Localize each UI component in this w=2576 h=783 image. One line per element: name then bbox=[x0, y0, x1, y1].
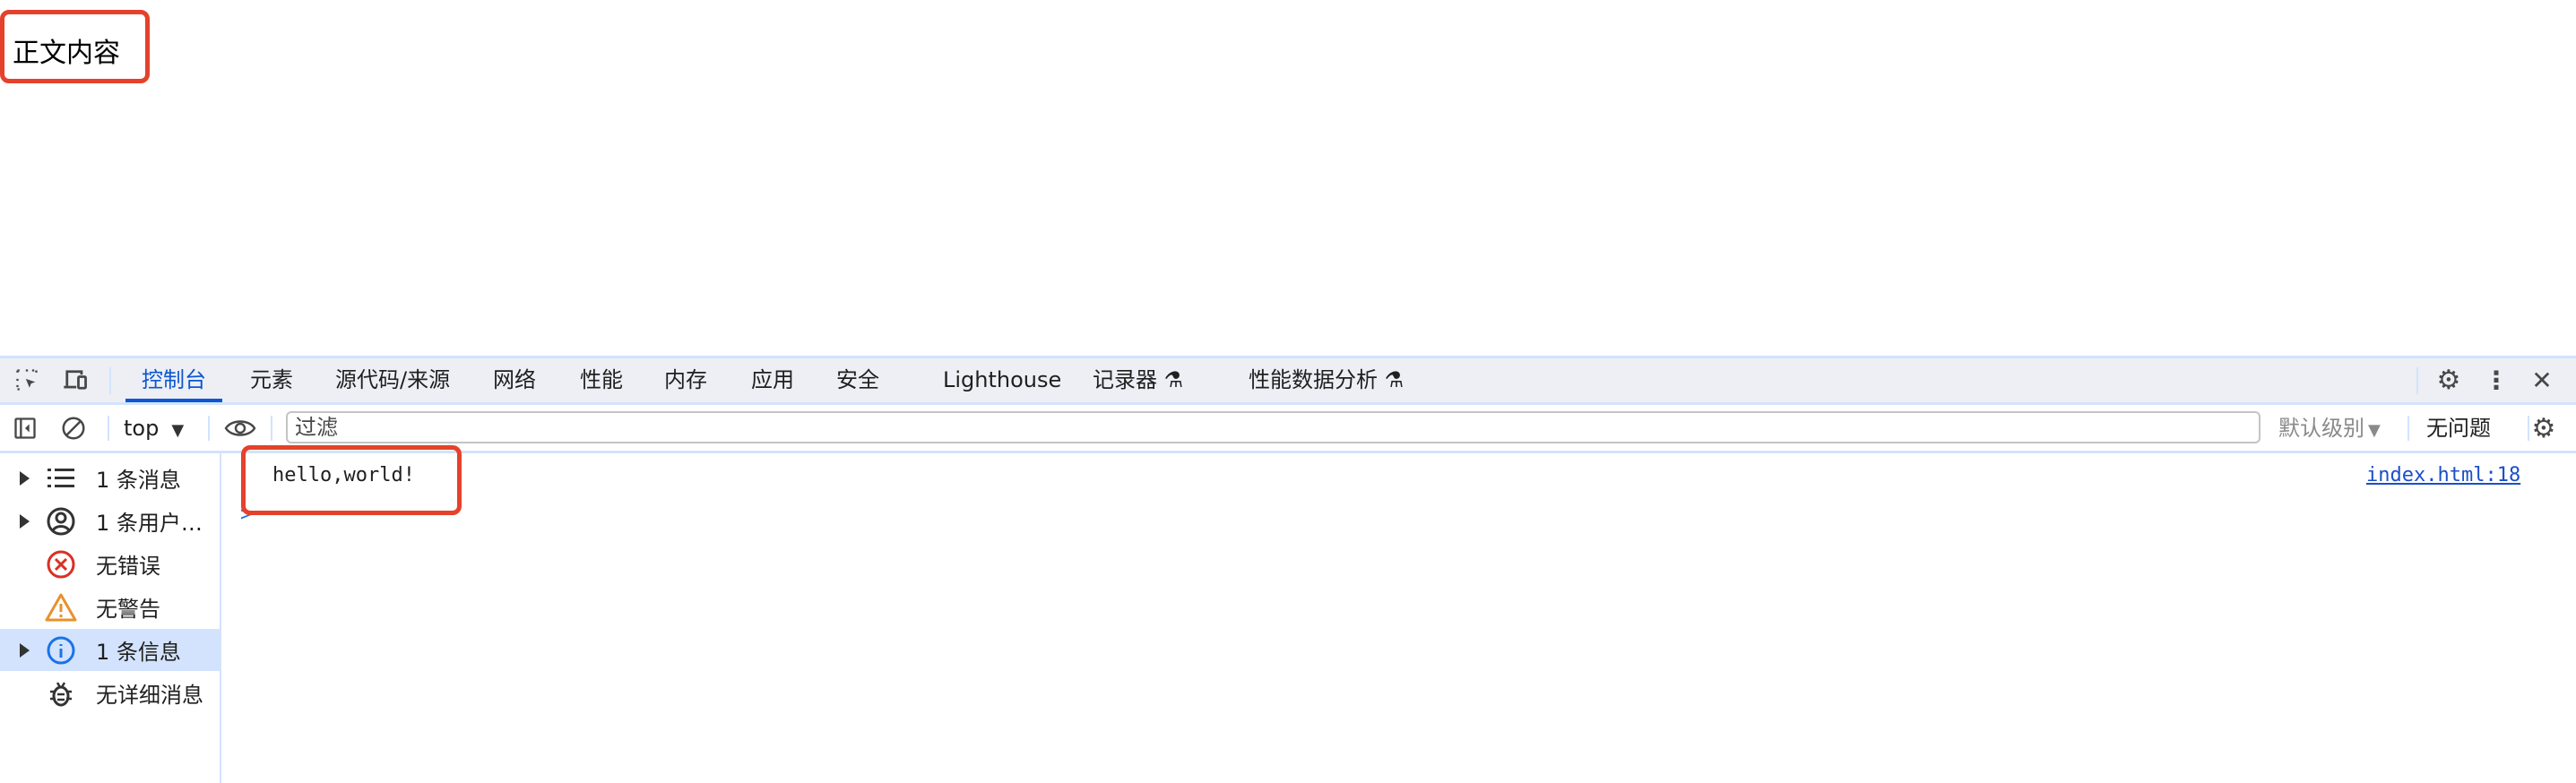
user-icon bbox=[45, 505, 77, 538]
inspect-element-icon[interactable] bbox=[11, 364, 43, 396]
tab-elements[interactable]: 元素 bbox=[250, 358, 293, 402]
sidebar-item-user-messages[interactable]: 1 条用户… bbox=[0, 500, 220, 542]
log-level-value: 默认级别 bbox=[2278, 416, 2364, 441]
context-value: top bbox=[124, 416, 160, 441]
console-sidebar: 1 条消息 1 条用户… 无错误 无警告 1 条信息 无详细消息 bbox=[0, 453, 221, 783]
source-link[interactable]: index.html:18 bbox=[2366, 464, 2520, 486]
sidebar-item-info[interactable]: 1 条信息 bbox=[0, 629, 220, 671]
devtools-tab-bar: 控制台 元素 源代码/来源 网络 性能 内存 应用 安全 Lighthouse … bbox=[0, 356, 2576, 405]
highlight-box-heading bbox=[0, 10, 150, 83]
sidebar-item-label: 无错误 bbox=[96, 554, 160, 579]
highlight-box-console bbox=[241, 445, 462, 515]
expand-arrow-icon[interactable] bbox=[20, 642, 30, 658]
bug-icon bbox=[45, 677, 77, 710]
tab-sources[interactable]: 源代码/来源 bbox=[335, 358, 450, 402]
sidebar-item-warnings[interactable]: 无警告 bbox=[0, 586, 220, 628]
tab-performance-insights-label: 性能数据分析 bbox=[1249, 367, 1378, 392]
tab-performance[interactable]: 性能 bbox=[580, 358, 623, 402]
tab-application[interactable]: 应用 bbox=[751, 358, 794, 402]
live-expression-eye-icon[interactable] bbox=[222, 412, 258, 444]
tab-performance-insights[interactable]: 性能数据分析 ⚗ bbox=[1249, 358, 1404, 402]
flask-icon: ⚗ bbox=[1384, 367, 1405, 392]
warning-icon bbox=[45, 591, 77, 624]
sidebar-item-label: 1 条用户… bbox=[96, 511, 203, 536]
filter-input[interactable] bbox=[286, 411, 2260, 443]
context-selector[interactable]: top ▼ bbox=[124, 412, 184, 444]
sidebar-item-label: 1 条消息 bbox=[96, 468, 181, 493]
sidebar-item-errors[interactable]: 无错误 bbox=[0, 543, 220, 585]
settings-gear-icon[interactable]: ⚙ bbox=[2433, 364, 2465, 396]
tab-recorder[interactable]: 记录器 ⚗ bbox=[1093, 358, 1183, 402]
error-icon bbox=[45, 548, 77, 581]
tab-memory[interactable]: 内存 bbox=[664, 358, 707, 402]
tab-recorder-label: 记录器 bbox=[1093, 367, 1157, 392]
sidebar-toggle-icon[interactable] bbox=[9, 412, 41, 444]
sidebar-item-label: 无警告 bbox=[96, 597, 160, 622]
more-options-icon[interactable]: ⋮ bbox=[2483, 364, 2510, 396]
list-icon bbox=[45, 462, 77, 495]
tab-network[interactable]: 网络 bbox=[493, 358, 536, 402]
tab-security[interactable]: 安全 bbox=[836, 358, 879, 402]
clear-console-icon[interactable] bbox=[57, 412, 90, 444]
sidebar-item-label: 1 条信息 bbox=[96, 640, 181, 665]
sidebar-item-verbose[interactable]: 无详细消息 bbox=[0, 672, 220, 714]
log-level-dropdown[interactable]: 默认级别 ▼ bbox=[2278, 412, 2381, 444]
dropdown-arrow-icon: ▼ bbox=[2368, 421, 2381, 440]
close-icon[interactable]: ✕ bbox=[2526, 364, 2558, 396]
expand-arrow-icon[interactable] bbox=[20, 513, 30, 529]
console-settings-gear-icon[interactable]: ⚙ bbox=[2526, 412, 2562, 444]
sidebar-item-messages[interactable]: 1 条消息 bbox=[0, 457, 220, 499]
tab-lighthouse[interactable]: Lighthouse bbox=[943, 358, 1061, 402]
sidebar-item-label: 无详细消息 bbox=[96, 683, 203, 708]
dropdown-arrow-icon: ▼ bbox=[171, 421, 185, 440]
flask-icon: ⚗ bbox=[1163, 367, 1184, 392]
tab-console[interactable]: 控制台 bbox=[125, 358, 222, 402]
issues-button[interactable]: 无问题 bbox=[2426, 412, 2491, 444]
info-icon bbox=[45, 634, 77, 667]
expand-arrow-icon[interactable] bbox=[20, 470, 30, 486]
device-toolbar-icon[interactable] bbox=[59, 364, 91, 396]
